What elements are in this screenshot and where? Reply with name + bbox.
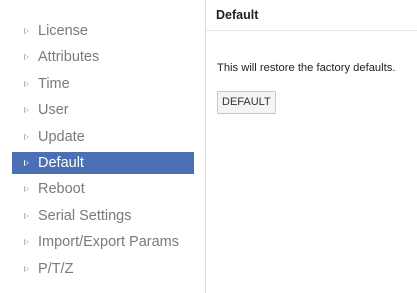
sidebar-item-default[interactable]: Default	[12, 151, 194, 174]
triangle-right-icon	[24, 133, 29, 140]
page-title: Default	[216, 8, 259, 22]
sidebar-item-license[interactable]: License	[12, 20, 194, 42]
sidebar-item-label: License	[38, 23, 88, 39]
sidebar-item-label: Time	[38, 75, 70, 92]
sidebar-item-label: Import/Export Params	[38, 234, 180, 251]
main-panel: Default This will restore the factory de…	[206, 0, 417, 293]
triangle-right-icon	[24, 212, 29, 219]
sidebar-item-label: Attributes	[38, 49, 100, 66]
sidebar-item-update[interactable]: Update	[12, 126, 194, 148]
sidebar-item-label: Update	[38, 128, 85, 145]
sidebar-item-reboot[interactable]: Reboot	[12, 178, 194, 200]
triangle-right-icon	[24, 159, 29, 166]
sidebar-item-import-export-params[interactable]: Import/Export Params	[12, 231, 194, 253]
sidebar: License Attributes Time User Update Defa…	[0, 0, 200, 293]
sidebar-item-label: Reboot	[38, 181, 85, 198]
sidebar-item-label: User	[38, 102, 69, 119]
sidebar-item-attributes[interactable]: Attributes	[12, 46, 194, 68]
triangle-right-icon	[24, 239, 29, 246]
triangle-right-icon	[24, 186, 29, 193]
sidebar-item-user[interactable]: User	[12, 99, 194, 121]
triangle-right-icon	[24, 80, 29, 87]
sidebar-item-ptz[interactable]: P/T/Z	[12, 258, 194, 280]
sidebar-item-label: P/T/Z	[38, 260, 74, 277]
sidebar-item-label: Serial Settings	[38, 207, 132, 224]
sidebar-item-label: Default	[38, 154, 84, 171]
title-divider	[206, 30, 417, 31]
sidebar-item-time[interactable]: Time	[12, 73, 194, 95]
sidebar-nav: License Attributes Time User Update Defa…	[12, 20, 194, 284]
restore-default-button[interactable]: DEFAULT	[217, 91, 276, 114]
triangle-right-icon	[24, 54, 29, 61]
sidebar-item-serial-settings[interactable]: Serial Settings	[12, 205, 194, 227]
triangle-right-icon	[24, 265, 29, 272]
restore-description: This will restore the factory defaults.	[217, 62, 396, 74]
triangle-right-icon	[24, 107, 29, 114]
triangle-right-icon	[24, 28, 29, 34]
